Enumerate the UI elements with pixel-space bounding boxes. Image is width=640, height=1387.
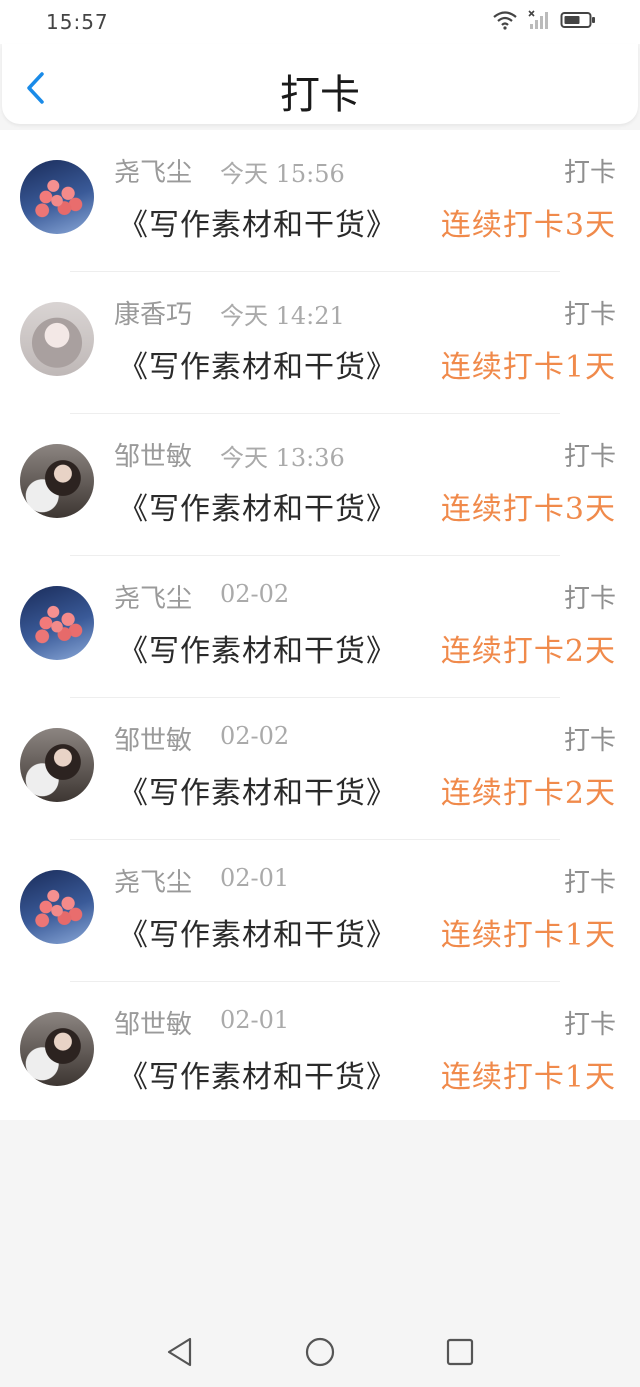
list-item[interactable]: 邹世敏 今天 13:36 打卡 《写作素材和干货》 连续打卡3天 [0,414,640,556]
checkin-tag: 打卡 [563,442,616,472]
wifi-icon [492,10,518,30]
battery-icon [560,10,596,30]
group-name: 《写作素材和干货》 [118,1060,397,1095]
streak-text: 连续打卡2天 [440,634,616,669]
app-header: 打卡 [2,44,638,124]
checkin-time: 今天 14:21 [220,302,345,330]
recents-square-icon[interactable] [440,1332,480,1372]
list-item[interactable]: 尧飞尘 今天 15:56 打卡 《写作素材和干货》 连续打卡3天 [0,130,640,272]
checkin-tag: 打卡 [563,1010,616,1040]
checkin-time: 今天 15:56 [220,160,345,188]
group-name: 《写作素材和干货》 [118,350,397,385]
checkin-tag: 打卡 [563,584,616,614]
group-name: 《写作素材和干货》 [118,918,397,953]
user-name: 邹世敏 [114,726,193,756]
checkin-list: 尧飞尘 今天 15:56 打卡 《写作素材和干货》 连续打卡3天 康香巧 今天 … [0,130,640,1120]
streak-text: 连续打卡1天 [440,350,616,385]
group-name: 《写作素材和干货》 [118,208,397,243]
checkin-tag: 打卡 [563,868,616,898]
user-name: 尧飞尘 [114,868,193,898]
checkin-time: 02-01 [220,1006,290,1034]
list-item[interactable]: 邹世敏 02-02 打卡 《写作素材和干货》 连续打卡2天 [0,698,640,840]
list-item[interactable]: 康香巧 今天 14:21 打卡 《写作素材和干货》 连续打卡1天 [0,272,640,414]
user-name: 邹世敏 [114,1010,193,1040]
list-item[interactable]: 邹世敏 02-01 打卡 《写作素材和干货》 连续打卡1天 [0,982,640,1124]
avatar[interactable] [20,444,94,518]
group-name: 《写作素材和干货》 [118,776,397,811]
streak-text: 连续打卡3天 [440,492,616,527]
user-name: 康香巧 [114,300,193,330]
checkin-time: 02-01 [220,864,290,892]
user-name: 邹世敏 [114,442,193,472]
checkin-time: 今天 13:36 [220,444,345,472]
avatar[interactable] [20,870,94,944]
avatar[interactable] [20,728,94,802]
streak-text: 连续打卡3天 [440,208,616,243]
checkin-time: 02-02 [220,580,290,608]
streak-text: 连续打卡1天 [440,918,616,953]
avatar[interactable] [20,586,94,660]
status-icons [492,10,596,30]
page-title: 打卡 [280,72,360,118]
checkin-tag: 打卡 [563,300,616,330]
status-time: 15:57 [46,10,109,34]
list-item[interactable]: 尧飞尘 02-01 打卡 《写作素材和干货》 连续打卡1天 [0,840,640,982]
group-name: 《写作素材和干货》 [118,492,397,527]
signal-icon [528,10,550,30]
avatar[interactable] [20,302,94,376]
user-name: 尧飞尘 [114,584,193,614]
list-item[interactable]: 尧飞尘 02-02 打卡 《写作素材和干货》 连续打卡2天 [0,556,640,698]
streak-text: 连续打卡2天 [440,776,616,811]
home-circle-icon[interactable] [300,1332,340,1372]
user-name: 尧飞尘 [114,158,193,188]
checkin-time: 02-02 [220,722,290,750]
group-name: 《写作素材和干货》 [118,634,397,669]
checkin-tag: 打卡 [563,726,616,756]
checkin-tag: 打卡 [563,158,616,188]
back-triangle-icon[interactable] [160,1332,200,1372]
avatar[interactable] [20,160,94,234]
avatar[interactable] [20,1012,94,1086]
status-bar: 15:57 [0,0,640,44]
streak-text: 连续打卡1天 [440,1060,616,1095]
system-nav-bar [0,1317,640,1387]
